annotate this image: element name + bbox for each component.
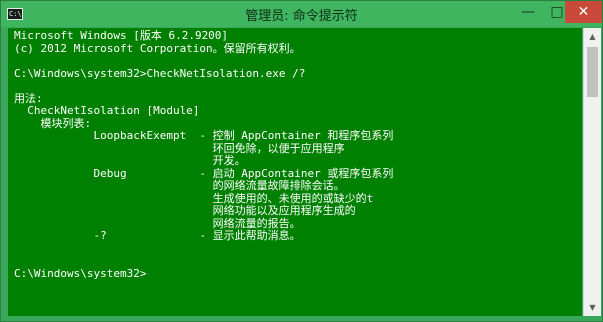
console-line: 的网络流量故障排除会话。 xyxy=(14,179,345,192)
console-line: CheckNetIsolation [Module] xyxy=(14,104,200,117)
console-line: 网络流量的报告。 xyxy=(14,216,301,230)
console-line: C:\Windows\system32> xyxy=(14,266,147,280)
console-line: LoopbackExempt - 控制 AppContainer 和程序包系列 xyxy=(14,129,394,142)
window-bottom-border xyxy=(1,316,602,321)
console-text: Microsoft Windows [版本 6.2.9200] (c) 2012… xyxy=(14,29,394,280)
console-output-area[interactable]: Microsoft Windows [版本 6.2.9200] (c) 2012… xyxy=(8,28,582,316)
console-line: 环回免除，以便于应用程序 xyxy=(14,141,345,155)
console-line: Microsoft Windows [版本 6.2.9200] xyxy=(14,29,229,42)
console-line: 网络功能以及应用程序生成的 xyxy=(14,204,356,217)
title-bar[interactable]: C:\ 管理员: 命令提示符 — □ ✕ xyxy=(1,1,602,27)
console-line: C:\Windows\system32>CheckNetIsolation.ex… xyxy=(14,66,306,80)
console-line: Debug - 启动 AppContainer 或程序包系列 xyxy=(14,166,394,180)
scroll-down-icon[interactable]: ▼ xyxy=(584,299,601,316)
console-line: (c) 2012 Microsoft Corporation。保留所有权利。 xyxy=(14,41,301,55)
vertical-scrollbar[interactable]: ▲ ▼ xyxy=(583,28,601,316)
window-title: 管理员: 命令提示符 xyxy=(245,9,358,24)
console-window: C:\ 管理员: 命令提示符 — □ ✕ Microsoft Windows [… xyxy=(0,0,603,322)
console-line: -? - 显示此帮助消息。 xyxy=(14,229,301,242)
console-line: 模块列表: xyxy=(14,116,92,130)
console-line: 生成使用的、未使用的或缺少的t xyxy=(14,191,374,205)
minimize-button[interactable]: — xyxy=(513,1,543,23)
console-line: 开发。 xyxy=(14,154,246,167)
scroll-thumb[interactable] xyxy=(587,47,598,97)
console-line: 用法: xyxy=(14,91,43,105)
scroll-up-icon[interactable]: ▲ xyxy=(584,28,601,45)
close-button[interactable]: ✕ xyxy=(565,1,602,23)
